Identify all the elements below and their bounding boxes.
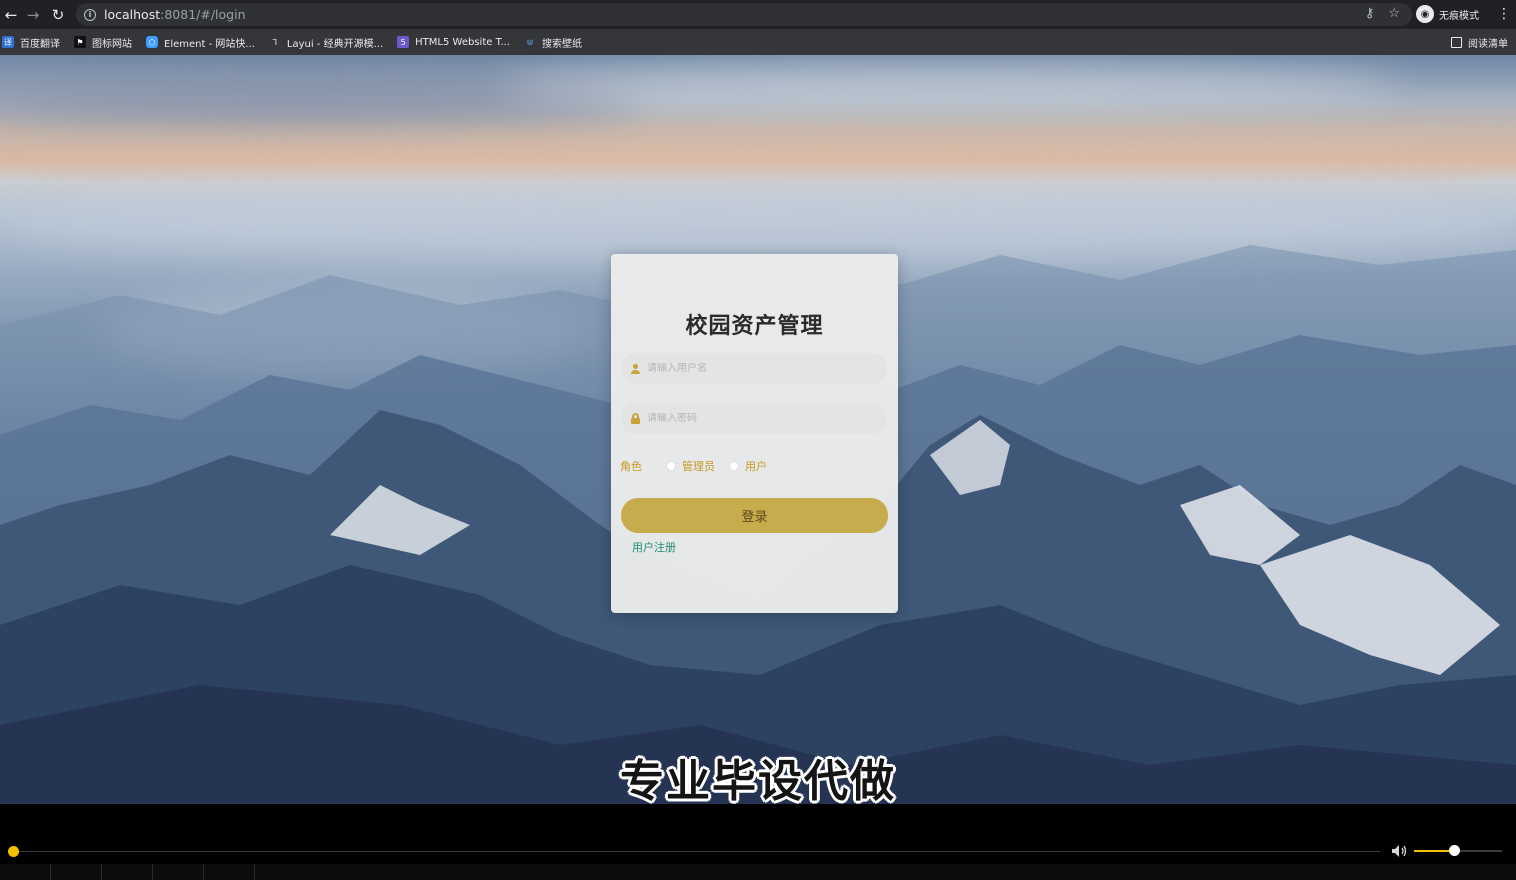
volume-fill	[1414, 850, 1454, 852]
bookmarks-bar: 译百度翻译 ⚑ 图标网站 ⬡ Element - 网站快... Ꞁ Layui - 经…	[0, 29, 1516, 55]
role-selector: 角色 管理员 用户	[620, 458, 781, 474]
cloud-band	[500, 65, 1400, 105]
wallpaper-icon: ⋓	[526, 37, 534, 47]
browser-toolbar: ← → ↻ i localhost:8081/#/login ⚷ ☆ ◉ 无痕模…	[0, 0, 1516, 29]
reload-icon[interactable]: ↻	[47, 4, 69, 26]
url-host: localhost	[104, 7, 161, 22]
element-hexagon-icon: ⬡	[146, 36, 158, 48]
username-field[interactable]	[621, 353, 887, 384]
reading-list-button[interactable]: 阅读清单	[1451, 35, 1508, 50]
url-text[interactable]: localhost:8081/#/login	[104, 7, 246, 22]
progress-knob[interactable]	[8, 846, 19, 857]
key-icon[interactable]: ⚷	[1365, 6, 1375, 21]
address-bar[interactable]: i localhost:8081/#/login ⚷ ☆	[76, 3, 1412, 26]
bookmark-label: 搜索壁纸	[542, 38, 583, 50]
reading-list-label: 阅读清单	[1468, 39, 1508, 50]
page-viewport: 校园资产管理 角色 管理员 用户 登录 用户注册	[0, 55, 1516, 804]
bookmark-label: 百度翻译	[20, 38, 60, 50]
bookmark-item[interactable]: 5 HTML5 Website T...	[397, 36, 510, 48]
user-icon	[629, 363, 641, 375]
login-card: 校园资产管理 角色 管理员 用户 登录 用户注册	[611, 254, 898, 613]
forward-arrow-icon[interactable]: →	[22, 4, 44, 26]
layui-icon: Ꞁ	[272, 37, 278, 47]
timeline-strip	[0, 864, 1516, 880]
timeline-segment[interactable]	[204, 864, 255, 880]
star-icon[interactable]: ☆	[1388, 6, 1400, 21]
html5-icon: 5	[397, 36, 410, 48]
password-field[interactable]	[621, 403, 887, 434]
username-input[interactable]	[647, 363, 867, 374]
volume-icon[interactable]	[1391, 844, 1409, 858]
bookmark-label: Layui - 经典开源模...	[286, 38, 384, 50]
bookmark-item[interactable]: ⬡ Element - 网站快...	[146, 35, 255, 50]
role-radio-admin[interactable]	[666, 461, 676, 471]
url-path: :8081/#/login	[160, 7, 246, 22]
sunset-glow	[0, 150, 1516, 180]
bookmark-item[interactable]: Ꞁ Layui - 经典开源模...	[269, 35, 383, 50]
login-title: 校园资产管理	[685, 314, 824, 339]
login-button[interactable]: 登录	[621, 498, 888, 533]
timeline-segment[interactable]	[51, 864, 102, 880]
translate-icon: 译	[2, 36, 14, 48]
bookmark-item[interactable]: ⚑ 图标网站	[74, 35, 132, 50]
role-option-admin-label[interactable]: 管理员	[682, 458, 715, 474]
bookmark-item[interactable]: ⋓ 搜索壁纸	[524, 35, 582, 50]
role-radio-user[interactable]	[729, 461, 739, 471]
progress-track[interactable]	[13, 851, 1380, 852]
site-info-icon[interactable]: i	[84, 8, 96, 21]
flag-icon: ⚑	[74, 36, 86, 48]
bookmark-label: HTML5 Website T...	[415, 36, 511, 48]
more-menu-icon[interactable]: ⋮	[1497, 6, 1511, 22]
timeline-segment[interactable]	[0, 864, 51, 880]
bookmark-label: Element - 网站快...	[164, 38, 255, 50]
video-caption: 专业毕设代做	[620, 756, 896, 807]
role-label: 角色	[620, 460, 642, 473]
volume-knob[interactable]	[1448, 845, 1460, 856]
register-link[interactable]: 用户注册	[632, 539, 676, 555]
role-option-user-label[interactable]: 用户	[745, 458, 767, 474]
incognito-label: 无痕模式	[1439, 10, 1479, 22]
incognito-indicator[interactable]: ◉ 无痕模式	[1416, 5, 1479, 23]
back-arrow-icon[interactable]: ←	[0, 4, 22, 26]
timeline-segment[interactable]	[102, 864, 153, 880]
reading-list-icon	[1451, 37, 1462, 48]
lock-icon	[629, 413, 641, 425]
incognito-icon: ◉	[1416, 5, 1434, 23]
timeline-segment[interactable]	[153, 864, 204, 880]
password-input[interactable]	[647, 413, 867, 424]
bookmark-label: 图标网站	[92, 38, 132, 50]
bookmark-item[interactable]: 译百度翻译	[2, 35, 60, 50]
